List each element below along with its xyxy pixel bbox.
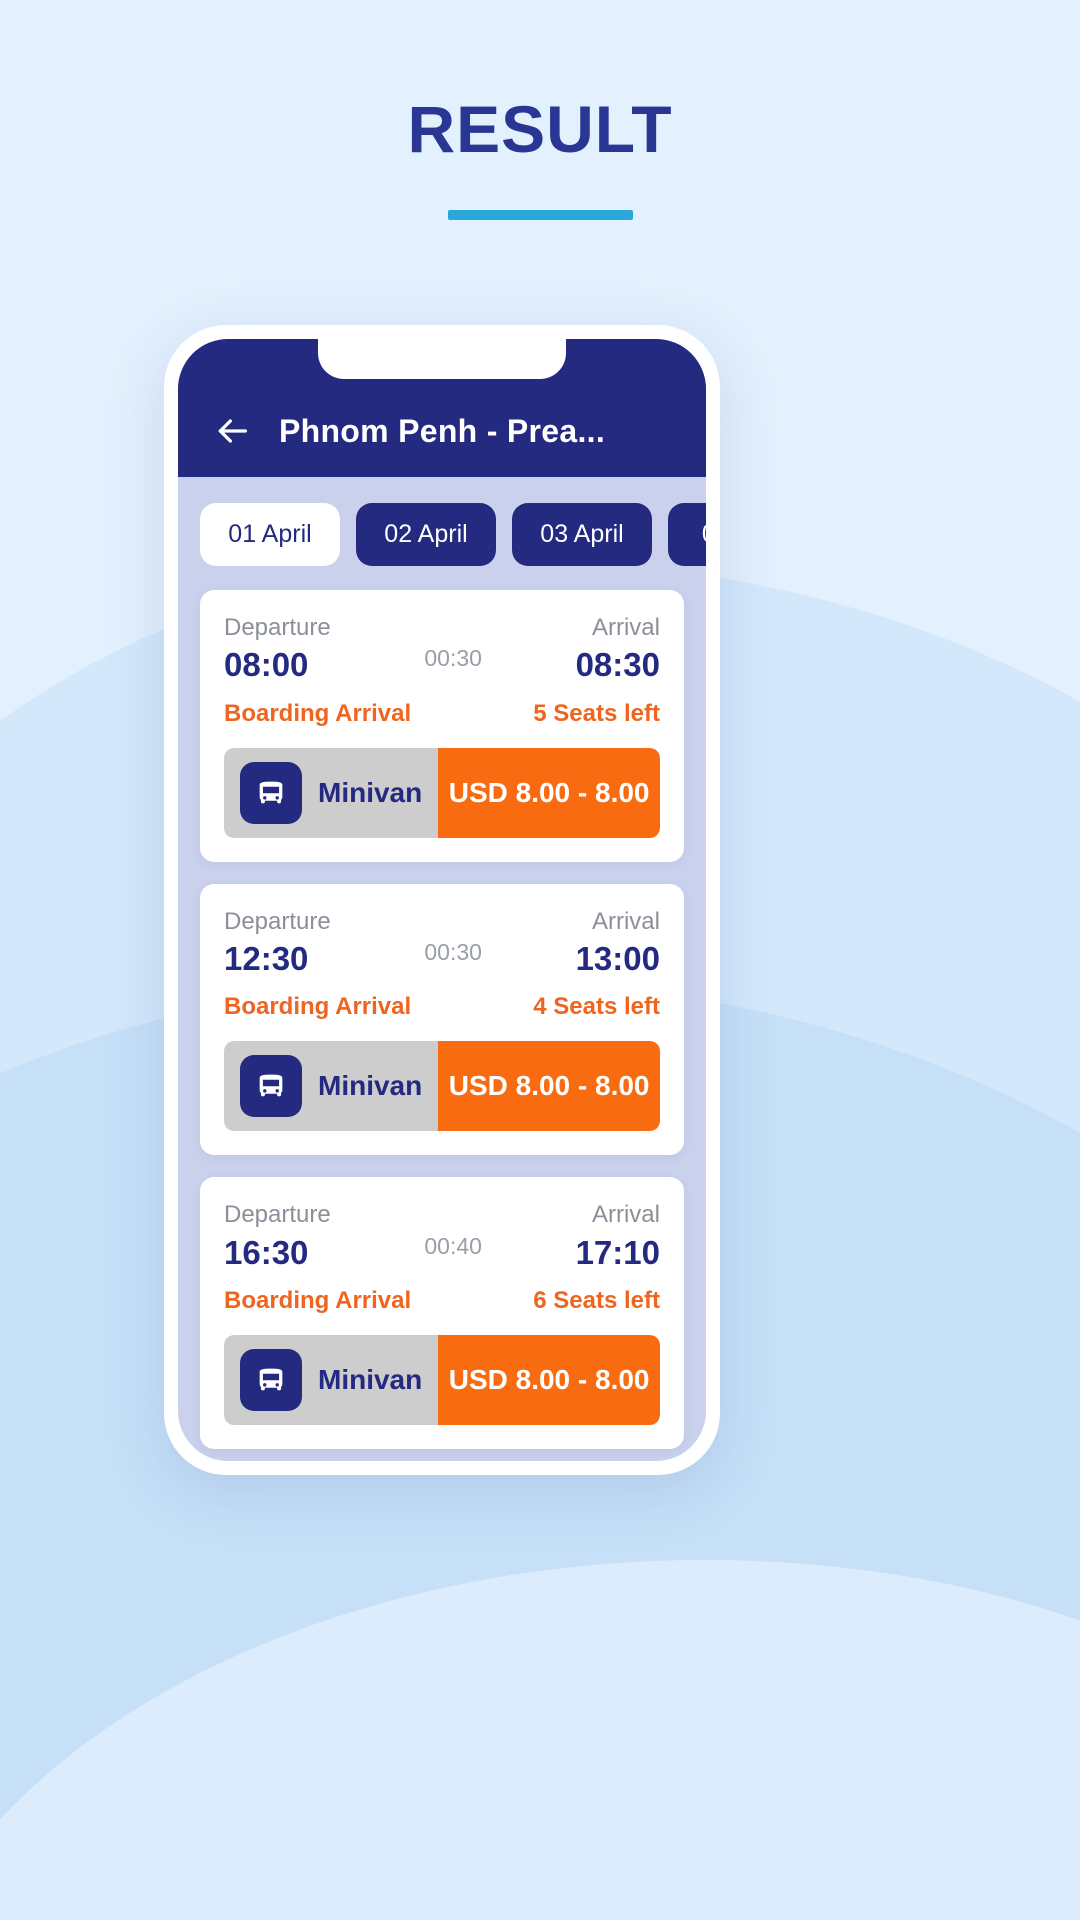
- seats-left-badge: 4 Seats left: [533, 993, 660, 1021]
- bus-icon: [240, 1348, 302, 1411]
- app-header-row: Phnom Penh - Prea...: [178, 407, 706, 455]
- boarding-arrival-label: Boarding Arrival: [224, 1286, 412, 1314]
- departure-label: Departure: [224, 1201, 331, 1229]
- vehicle-type-button[interactable]: Minivan: [224, 1041, 439, 1132]
- page-header: RESULT: [0, 0, 1080, 220]
- date-chip-03-april[interactable]: 03 April: [512, 503, 652, 566]
- page-title: RESULT: [407, 92, 673, 166]
- trip-meta-row: Boarding Arrival 5 Seats left: [224, 700, 660, 728]
- price-button[interactable]: USD 8.00 - 8.00: [438, 1041, 660, 1132]
- trip-times-row: Departure 08:00 00:30 Arrival 08:30: [224, 612, 660, 686]
- date-chip-04-april[interactable]: 04 Apr: [668, 503, 706, 566]
- phone-screen: Phnom Penh - Prea... 01 April 02 April 0…: [178, 339, 706, 1461]
- seats-left-badge: 5 Seats left: [533, 699, 660, 727]
- arrival-block: Arrival 17:10: [576, 1199, 660, 1273]
- arrival-label: Arrival: [591, 614, 660, 641]
- arrival-time: 13:00: [575, 940, 660, 978]
- date-tab-strip[interactable]: 01 April 02 April 03 April 04 Apr: [178, 477, 706, 590]
- trip-results-list: Departure 08:00 00:30 Arrival 08:30 Boar…: [178, 590, 706, 1461]
- trip-action-row: Minivan USD 8.00 - 8.00: [224, 1334, 660, 1425]
- trip-duration: 00:30: [424, 645, 482, 672]
- trip-meta-row: Boarding Arrival 4 Seats left: [224, 993, 660, 1021]
- trip-times-row: Departure 12:30 00:30 Arrival 13:00: [224, 906, 660, 980]
- departure-label: Departure: [224, 614, 331, 641]
- trip-times-row: Departure 16:30 00:40 Arrival 17:10: [224, 1199, 660, 1273]
- app-header-bar: Phnom Penh - Prea...: [178, 339, 706, 477]
- arrow-left-icon: [212, 411, 252, 451]
- vehicle-type-label: Minivan: [318, 1363, 423, 1395]
- trip-card[interactable]: Departure 16:30 00:40 Arrival 17:10 Boar…: [200, 1177, 684, 1449]
- arrival-block: Arrival 13:00: [576, 906, 660, 980]
- departure-label: Departure: [224, 907, 331, 935]
- price-button[interactable]: USD 8.00 - 8.00: [438, 1334, 660, 1425]
- trip-meta-row: Boarding Arrival 6 Seats left: [224, 1287, 660, 1315]
- seats-left-badge: 6 Seats left: [533, 1286, 660, 1314]
- arrival-block: Arrival 08:30: [576, 612, 660, 686]
- vehicle-type-button[interactable]: Minivan: [224, 1334, 439, 1425]
- boarding-arrival-label: Boarding Arrival: [224, 699, 412, 727]
- trip-action-row: Minivan USD 8.00 - 8.00: [224, 747, 660, 838]
- back-button[interactable]: [208, 407, 256, 455]
- date-chip-02-april[interactable]: 02 April: [356, 503, 496, 566]
- trip-card[interactable]: Departure 12:30 00:30 Arrival 13:00 Boar…: [200, 883, 684, 1156]
- phone-notch: [318, 339, 566, 379]
- trip-card[interactable]: Departure 08:00 00:30 Arrival 08:30 Boar…: [200, 590, 684, 862]
- departure-time: 16:30: [224, 1233, 309, 1271]
- arrival-label: Arrival: [591, 1201, 660, 1229]
- vehicle-type-label: Minivan: [318, 1070, 423, 1102]
- departure-time: 12:30: [224, 940, 309, 978]
- title-underline-accent: [447, 210, 633, 220]
- bus-icon: [240, 761, 302, 824]
- departure-time: 08:00: [224, 646, 309, 684]
- arrival-time: 17:10: [575, 1233, 660, 1271]
- trip-duration: 00:40: [424, 1232, 482, 1259]
- departure-block: Departure 08:00: [224, 612, 331, 686]
- bus-icon: [240, 1055, 302, 1118]
- boarding-arrival-label: Boarding Arrival: [224, 993, 412, 1021]
- trip-action-row: Minivan USD 8.00 - 8.00: [224, 1041, 660, 1132]
- departure-block: Departure 12:30: [224, 906, 331, 980]
- price-button[interactable]: USD 8.00 - 8.00: [438, 747, 660, 838]
- arrival-time: 08:30: [575, 646, 660, 684]
- departure-block: Departure 16:30: [224, 1199, 331, 1273]
- phone-mockup: Phnom Penh - Prea... 01 April 02 April 0…: [164, 325, 720, 1475]
- page-route-title: Phnom Penh - Prea...: [278, 412, 606, 449]
- arrival-label: Arrival: [591, 907, 660, 935]
- vehicle-type-button[interactable]: Minivan: [224, 747, 439, 838]
- trip-duration: 00:30: [424, 938, 482, 965]
- vehicle-type-label: Minivan: [318, 776, 423, 808]
- date-chip-01-april[interactable]: 01 April: [200, 503, 340, 566]
